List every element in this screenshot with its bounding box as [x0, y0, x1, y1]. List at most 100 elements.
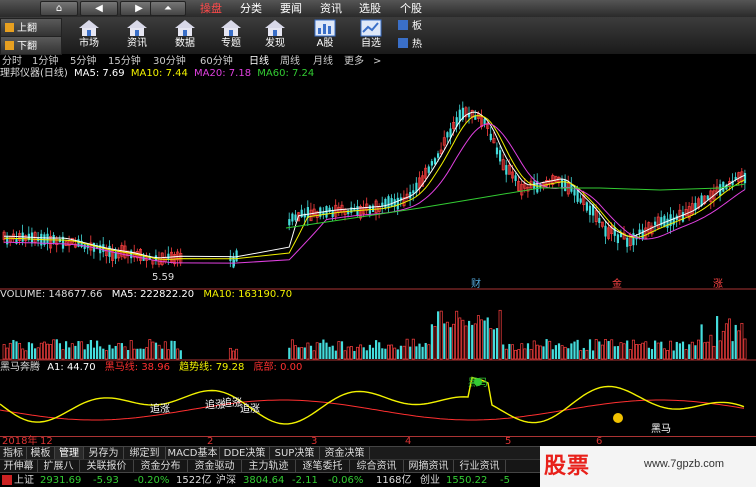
sector-button[interactable]: 板: [394, 18, 434, 35]
sh-label: 上证: [14, 475, 34, 486]
tab-zixun[interactable]: 资讯: [318, 0, 344, 17]
volume-bar: [610, 339, 614, 360]
volume-bar: [288, 347, 291, 359]
volume-bar: [411, 338, 415, 360]
volume-bar: [635, 344, 638, 360]
tab-xuangu[interactable]: 选股: [357, 0, 383, 17]
price-chart[interactable]: [0, 80, 756, 290]
time-axis: 2018年 12 2 3 4 5 6: [0, 436, 756, 447]
candle-body: [396, 197, 399, 210]
period-60min[interactable]: 60分钟: [200, 55, 233, 68]
volume-bar: [378, 342, 381, 359]
volume-bar: [27, 342, 30, 359]
volume-bar: [353, 350, 356, 359]
volume-bar: [573, 341, 576, 359]
index-ticker[interactable]: 上证 2931.69 -5.93 -0.20% 1522亿 沪深 3804.64…: [0, 472, 540, 487]
period-weekly[interactable]: 周线: [280, 55, 300, 68]
volume-bar: [322, 339, 325, 359]
volume-bar: [362, 347, 365, 359]
ma60-value: MA60: 7.24: [257, 68, 315, 79]
home-icon[interactable]: ⌂: [40, 1, 78, 16]
indicator-chart[interactable]: [0, 374, 756, 436]
candle-body: [390, 198, 393, 207]
volume-bar: [15, 341, 18, 359]
period-fenshi[interactable]: 分时: [2, 55, 22, 68]
market-button[interactable]: 市场: [70, 19, 108, 53]
indicator-legend: 黑马奔腾 A1: 44.70 黑马线: 38.96 趋势线: 79.28 底部:…: [0, 362, 302, 374]
volume-bar: [340, 341, 344, 359]
more-arrow-icon[interactable]: >: [373, 55, 381, 68]
page-down-button[interactable]: 下翻: [0, 36, 62, 55]
candle-body: [384, 198, 387, 208]
back-arrow-icon[interactable]: ◀: [80, 1, 118, 16]
discover-button[interactable]: 发现: [256, 19, 294, 53]
volume-bar: [437, 311, 440, 359]
watchlist-label: 自选: [361, 38, 381, 49]
volume-bar: [666, 350, 669, 360]
sh-amount: 1522亿: [176, 475, 212, 486]
volume-bar: [77, 341, 80, 359]
volume-bar: [567, 348, 570, 359]
period-5min[interactable]: 5分钟: [70, 55, 96, 68]
sz-value: 3804.64: [243, 475, 285, 486]
candle-body: [616, 234, 619, 244]
volume-bar: [654, 340, 657, 359]
bottom-value: 底部: 0.00: [253, 362, 303, 373]
volume-bar: [703, 342, 707, 360]
volume-bar: [579, 350, 583, 360]
heima-value: 黑马线: 38.96: [104, 362, 170, 373]
volume-bar: [616, 346, 619, 359]
volume-bar: [371, 347, 375, 359]
volume-bar: [626, 340, 629, 359]
volume-bar: [139, 348, 142, 359]
hot-button[interactable]: 热: [394, 36, 434, 53]
collapse-arrow-icon[interactable]: ⏶: [150, 1, 186, 16]
volume-bar: [235, 348, 239, 360]
volume-bar: [554, 345, 557, 359]
volume-bar: [129, 340, 133, 360]
candle-body: [350, 207, 353, 213]
volume-bar: [46, 343, 49, 360]
candle-body: [604, 225, 607, 237]
cy-value: 1550.22: [446, 475, 488, 486]
volume-bar: [104, 350, 108, 360]
volume-chart[interactable]: [0, 301, 756, 361]
volume-ma5: MA5: 222822.20: [111, 289, 195, 300]
hot-icon: [398, 38, 408, 48]
period-30min[interactable]: 30分钟: [153, 55, 186, 68]
volume-bar: [55, 339, 58, 359]
volume-bar: [18, 343, 22, 360]
period-monthly[interactable]: 月线: [313, 55, 333, 68]
tab-yaowen[interactable]: 要闻: [278, 0, 304, 17]
volume-bar: [582, 347, 585, 359]
ma5-value: MA5: 7.69: [74, 68, 125, 79]
candle-body: [347, 210, 350, 215]
volume-bar: [604, 339, 607, 360]
house-icon: [79, 20, 99, 36]
watchlist-button[interactable]: 自选: [352, 19, 390, 53]
period-15min[interactable]: 15分钟: [108, 55, 141, 68]
volume-bar: [461, 319, 465, 360]
volume-bar: [390, 344, 394, 360]
topic-button[interactable]: 专题: [212, 19, 250, 53]
volume-bar: [471, 324, 474, 359]
tab-fenlei[interactable]: 分类: [238, 0, 264, 17]
data-button[interactable]: 数据: [166, 19, 204, 53]
volume-bar: [315, 342, 319, 360]
volume-bar: [520, 343, 524, 360]
period-daily[interactable]: 日线: [249, 55, 269, 68]
volume-bar: [430, 324, 433, 359]
volume-bar: [30, 343, 34, 359]
volume-bar: [58, 343, 61, 359]
tab-gegu[interactable]: 个股: [398, 0, 424, 17]
volume-bar: [409, 346, 412, 359]
a-share-button[interactable]: A股: [306, 19, 344, 53]
period-more[interactable]: 更多: [344, 55, 364, 68]
hot-label: 热: [412, 39, 422, 50]
page-up-label: 上翻: [17, 23, 37, 34]
page-up-button[interactable]: 上翻: [0, 18, 62, 37]
tab-caopan[interactable]: 操盘: [198, 0, 224, 17]
news-button[interactable]: 资讯: [118, 19, 156, 53]
volume-bar: [148, 339, 152, 360]
period-1min[interactable]: 1分钟: [32, 55, 58, 68]
